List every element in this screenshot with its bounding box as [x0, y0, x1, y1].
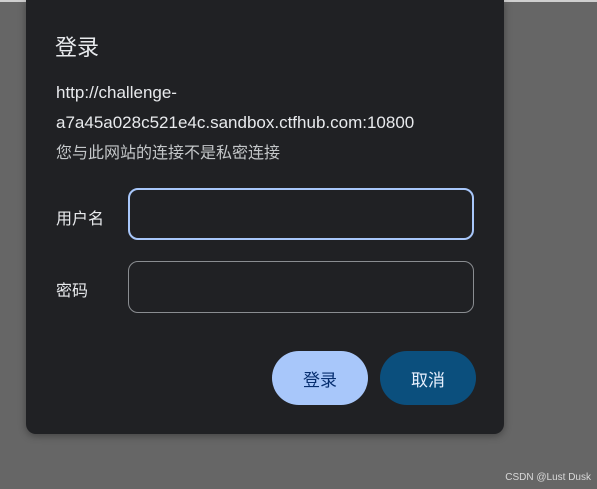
connection-warning: 您与此网站的连接不是私密连接	[56, 143, 281, 162]
site-url-line-1: http://challenge-	[56, 83, 177, 102]
login-button[interactable]: 登录	[272, 351, 368, 405]
site-url-line-2: a7a45a028c521e4c.sandbox.ctfhub.com:1080…	[56, 113, 415, 132]
username-input[interactable]	[128, 188, 474, 240]
password-label: 密码	[56, 281, 89, 300]
dialog-title: 登录	[55, 36, 100, 61]
login-dialog: 登录 http://challenge- a7a45a028c521e4c.sa…	[26, 0, 504, 434]
username-label: 用户名	[56, 209, 105, 228]
password-input[interactable]	[128, 261, 474, 313]
cancel-button[interactable]: 取消	[380, 351, 476, 405]
site-url: http://challenge- a7a45a028c521e4c.sandb…	[56, 78, 476, 138]
watermark: CSDN @Lust Dusk	[505, 472, 591, 483]
